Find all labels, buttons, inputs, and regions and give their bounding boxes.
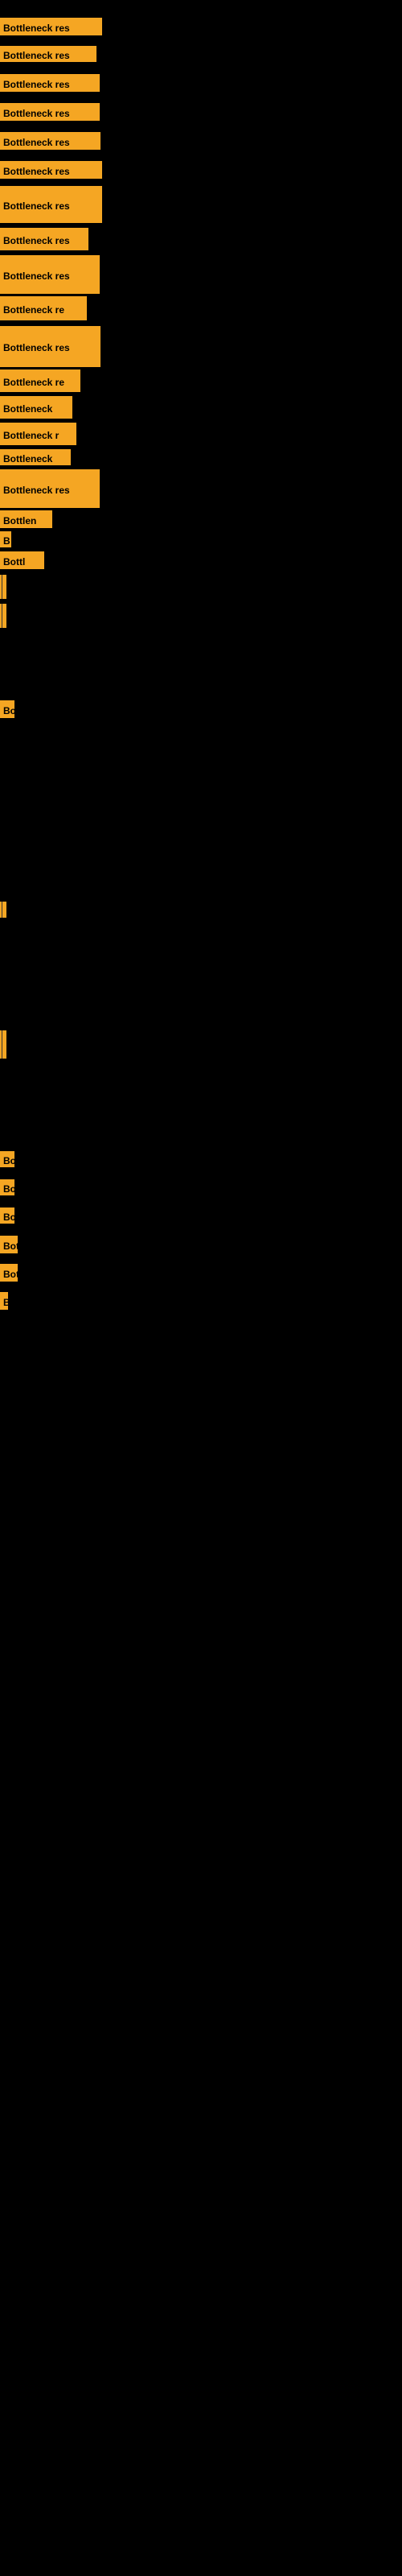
bar-item: Bo [0,1179,14,1195]
bar-item: Bottleneck [0,449,71,465]
bar-item: Bo [0,700,14,718]
bar-item: B [0,531,11,547]
bar-item: Bottleneck re [0,296,87,320]
site-title [0,0,402,13]
bar-item: Bo [0,1208,14,1224]
bar-item: Bottleneck res [0,132,100,150]
bar-item: B [0,1292,8,1310]
bar-item: Bottlen [0,510,52,528]
bar-item: Bottleneck re [0,369,80,392]
bar-item: Bottleneck res [0,255,100,294]
bar-item: Bottleneck r [0,423,76,445]
bar-item: Bottleneck res [0,18,102,35]
bar-item: Bottleneck res [0,326,100,367]
bar-item: Bottleneck res [0,469,100,508]
bar-item: Bottleneck res [0,103,100,121]
bar-item: Bottleneck res [0,46,96,62]
bar-item: Bottleneck res [0,74,100,92]
bar-item: Bot [0,1236,18,1253]
bar-item: Bottleneck res [0,186,102,223]
bar-item: Bottleneck res [0,161,102,179]
bar-item: Bottleneck [0,396,72,419]
bar-item: Bo [0,1151,14,1167]
bar-item: Bottleneck res [0,228,88,250]
bar-item: Bott [0,1264,18,1282]
bar-item: Bottl [0,551,44,569]
